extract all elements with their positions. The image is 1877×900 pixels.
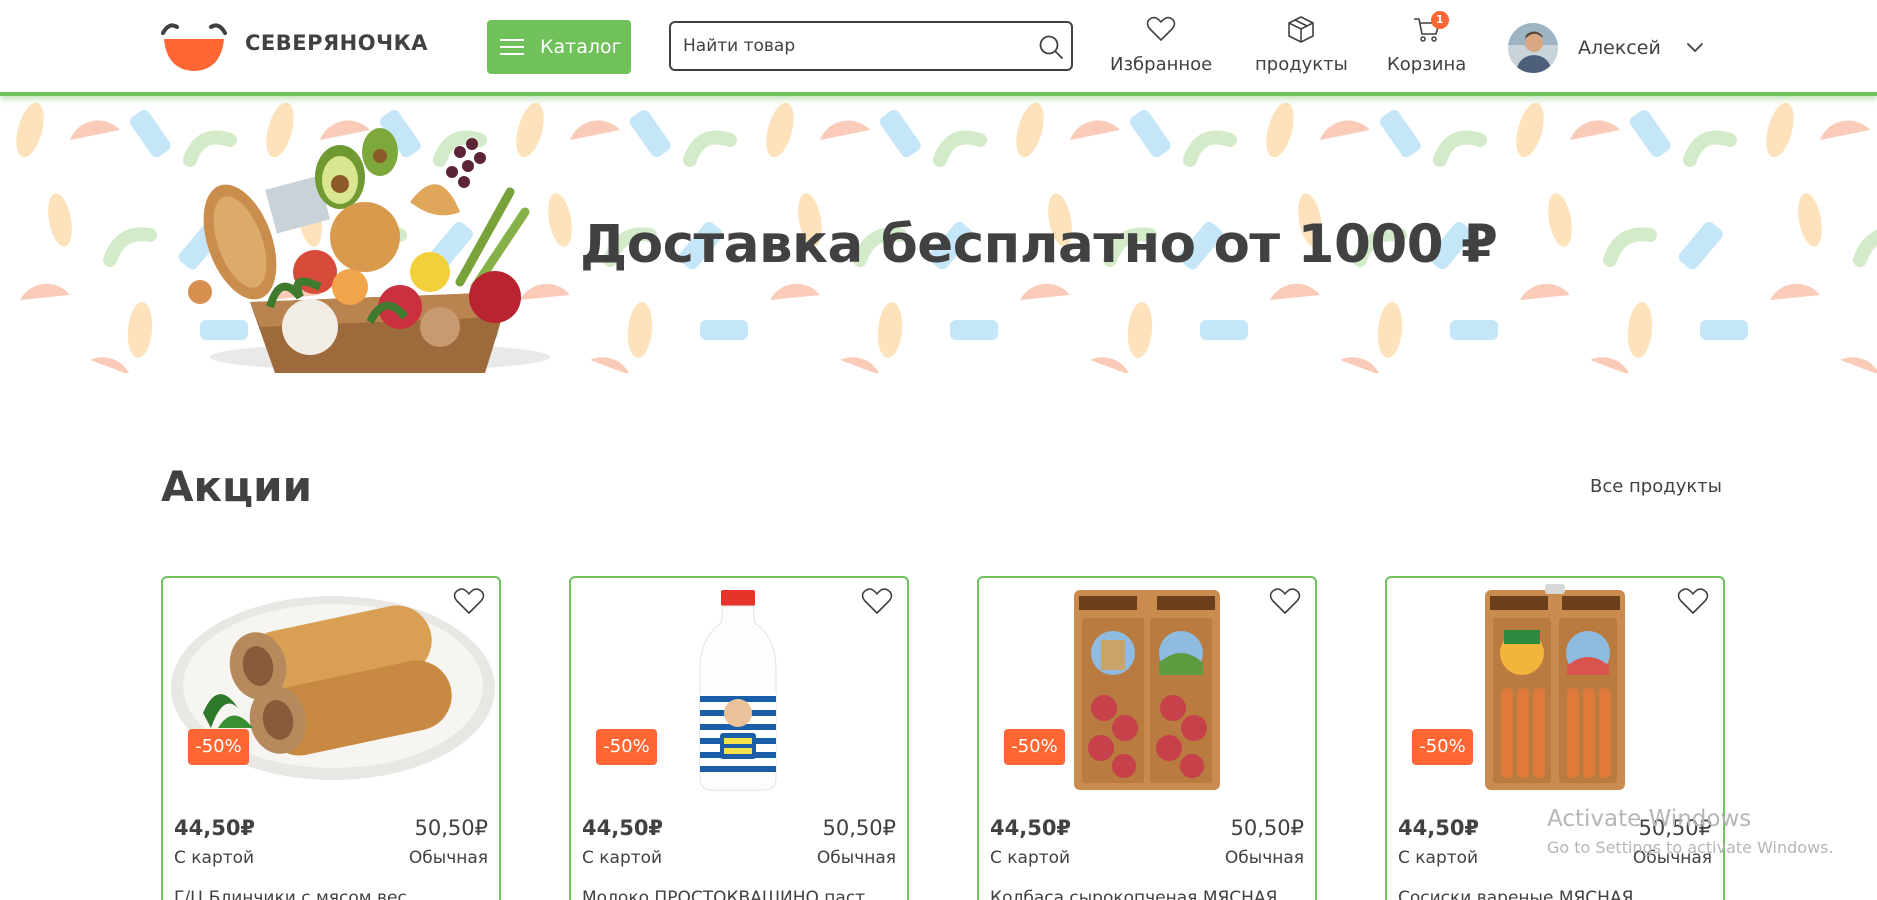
avatar: [1508, 23, 1558, 73]
search-input[interactable]: [683, 33, 1023, 59]
product-image-milk: [699, 590, 777, 791]
menu-icon: [500, 39, 524, 55]
price-with-card: 44,50₽: [990, 816, 1072, 840]
windows-activation-watermark: Activate Windows Go to Settings to activ…: [1547, 806, 1834, 857]
price-with-card: 44,50₽: [582, 816, 664, 840]
chevron-down-icon[interactable]: [1685, 37, 1705, 57]
discount-badge: -50%: [188, 729, 249, 765]
price-regular: 50,50₽: [1230, 816, 1304, 840]
nav-cart-label: Корзина: [1387, 54, 1467, 75]
heart-icon[interactable]: [861, 586, 893, 616]
discount-badge: -50%: [1004, 729, 1065, 765]
all-products-link[interactable]: Все продукты: [1590, 476, 1722, 497]
nav-favorites[interactable]: Избранное: [1110, 14, 1212, 84]
price-with-card: 44,50₽: [174, 816, 256, 840]
search-icon[interactable]: [1038, 34, 1064, 60]
price-with-card-label: С картой: [174, 848, 255, 868]
watermark-subtitle: Go to Settings to activate Windows.: [1547, 838, 1834, 857]
price-with-card-label: С картой: [1398, 848, 1479, 868]
price-with-card: 44,50₽: [1398, 816, 1480, 840]
price-regular-label: Обычная: [1224, 848, 1304, 868]
price-regular: 50,50₽: [414, 816, 488, 840]
price-regular: 50,50₽: [822, 816, 896, 840]
product-image-salami: [1074, 590, 1220, 790]
catalog-button-label: Каталог: [540, 36, 622, 58]
heart-icon: [1146, 16, 1176, 41]
heart-icon[interactable]: [1269, 586, 1301, 616]
product-card[interactable]: -50% 44,50₽ 50,50₽ С картой Обычная Колб…: [977, 576, 1317, 900]
product-name[interactable]: Колбаса сырокопченая МЯСНАЯ...: [990, 888, 1304, 900]
cart-count-badge: 1: [1430, 11, 1449, 29]
promo-banner[interactable]: Доставка бесплатно от 1000 ₽: [0, 100, 1877, 373]
nav-products-label: продукты: [1255, 54, 1348, 75]
banner-title: Доставка бесплатно от 1000 ₽: [580, 214, 1498, 275]
nav-favorites-label: Избранное: [1110, 54, 1213, 75]
catalog-button[interactable]: Каталог: [487, 20, 631, 74]
price-regular-label: Обычная: [816, 848, 896, 868]
user-menu[interactable]: Алексей: [1508, 23, 1661, 73]
search-bar: [669, 21, 1073, 71]
logo-icon[interactable]: [161, 17, 227, 72]
heart-icon[interactable]: [1677, 586, 1709, 616]
box-icon: [1288, 16, 1315, 43]
discount-badge: -50%: [596, 729, 657, 765]
brand-name[interactable]: СЕВЕРЯНОЧКА: [245, 31, 428, 55]
nav-cart[interactable]: 1 Корзина: [1387, 11, 1467, 84]
user-name: Алексей: [1578, 37, 1661, 59]
site-header: СЕВЕРЯНОЧКА Каталог Избранное продукты: [0, 0, 1877, 96]
price-regular-label: Обычная: [408, 848, 488, 868]
product-image-sausages: [1485, 584, 1625, 790]
product-card[interactable]: -50% 44,50₽ 50,50₽ С картой Обычная Моло…: [569, 576, 909, 900]
price-with-card-label: С картой: [990, 848, 1071, 868]
product-name[interactable]: Г/Ц Блинчики с мясом вес...: [174, 888, 488, 900]
watermark-title: Activate Windows: [1547, 806, 1752, 832]
discount-badge: -50%: [1412, 729, 1473, 765]
product-image-blini: [171, 596, 495, 780]
product-card[interactable]: -50% 44,50₽ 50,50₽ С картой Обычная Г/Ц …: [161, 576, 501, 900]
product-name[interactable]: Молоко ПРОСТОКВАШИНО паст...: [582, 888, 896, 900]
price-with-card-label: С картой: [582, 848, 663, 868]
product-name[interactable]: Сосиски вареные МЯСНАЯ...: [1398, 888, 1712, 900]
grocery-bag-image: [188, 128, 550, 373]
nav-products[interactable]: продукты: [1255, 14, 1348, 84]
section-title-promo: Акции: [161, 462, 312, 511]
heart-icon[interactable]: [453, 586, 485, 616]
